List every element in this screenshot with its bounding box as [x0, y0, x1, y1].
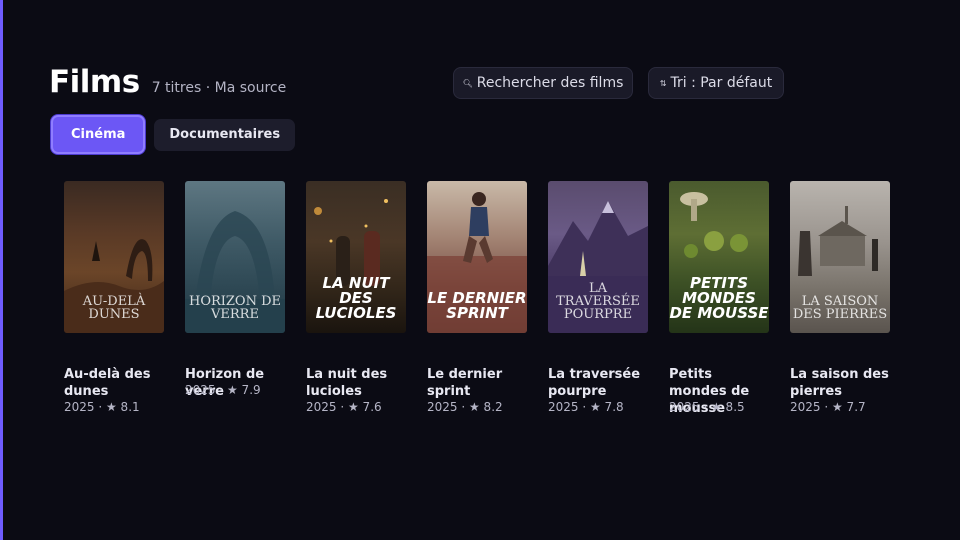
film-title: La saison des pierres — [790, 367, 889, 399]
category-tabs: Cinéma Documentaires — [51, 115, 296, 154]
page-header: Films 7 titres · Ma source — [49, 64, 286, 100]
film-card[interactable]: Horizon de verre Horizon de verre 2025 ·… — [185, 181, 285, 414]
film-poster[interactable]: La Traversée Pourpre — [548, 181, 648, 333]
sort-icon: ⇅ — [659, 78, 667, 88]
app-window: Films 7 titres · Ma source 🔍︎ Rechercher… — [0, 0, 960, 540]
film-poster[interactable]: Le Dernier Sprint — [427, 181, 527, 333]
film-meta: 2025 · ★ 8.1 — [64, 400, 140, 414]
film-title: La nuit des lucioles — [306, 367, 388, 399]
page-subtitle: 7 titres · Ma source — [151, 80, 287, 96]
poster-title: Au-delà dunes — [82, 294, 146, 322]
poster-title: Petits Mondes de Mousse — [669, 274, 769, 322]
sort-button-label: Tri : Par défaut — [670, 75, 773, 91]
film-grid: Au-delà dunes Au-delà des dunes 2025 · ★… — [64, 181, 890, 416]
film-card[interactable]: La Nuit des Lucioles La nuit des luciole… — [306, 181, 406, 414]
film-card[interactable]: Le Dernier Sprint Le dernier sprint 2025… — [427, 181, 527, 414]
film-meta: 2025 · ★ 8.2 — [427, 400, 503, 414]
search-button-label: Rechercher des films — [476, 75, 624, 91]
tab-cinema[interactable]: Cinéma — [51, 115, 146, 154]
film-title: La traversée pourpre — [548, 367, 641, 399]
page-title: Films — [49, 64, 140, 100]
tab-label: Cinéma — [71, 127, 126, 142]
film-meta: 2025 · ★ 7.7 — [790, 400, 866, 414]
film-card[interactable]: La Traversée Pourpre La traversée pourpr… — [548, 181, 648, 414]
film-card[interactable]: Au-delà dunes Au-delà des dunes 2025 · ★… — [64, 181, 164, 414]
film-poster[interactable]: La Saison des Pierres — [790, 181, 890, 333]
search-button[interactable]: 🔍︎ Rechercher des films — [453, 67, 633, 99]
poster-title: La Saison des Pierres — [792, 294, 888, 322]
tab-label: Documentaires — [169, 127, 281, 142]
poster-title: La Traversée Pourpre — [556, 281, 640, 322]
film-title: Horizon de verre — [185, 367, 265, 399]
poster-title: Horizon de verre — [188, 294, 282, 322]
poster-title: La Nuit des Lucioles — [315, 274, 397, 322]
film-meta: 2025 · ★ 7.8 — [548, 400, 624, 414]
left-accent-bar — [0, 0, 3, 540]
film-poster[interactable]: Horizon de verre — [185, 181, 285, 333]
film-meta: 2025 · ★ 8.5 — [669, 400, 745, 414]
film-meta: 2025 · ★ 7.9 — [185, 383, 261, 397]
poster-title: Le Dernier Sprint — [427, 289, 527, 322]
film-poster[interactable]: La Nuit des Lucioles — [306, 181, 406, 333]
film-card[interactable]: Petits Mondes de Mousse Petits mondes de… — [669, 181, 769, 416]
search-icon: 🔍︎ — [462, 78, 473, 88]
sort-button[interactable]: ⇅ Tri : Par défaut — [648, 67, 784, 99]
film-card[interactable]: La Saison des Pierres La saison des pier… — [790, 181, 890, 414]
film-poster[interactable]: Petits Mondes de Mousse — [669, 181, 769, 333]
tab-documentaires[interactable]: Documentaires — [154, 118, 296, 151]
film-meta: 2025 · ★ 7.6 — [306, 400, 382, 414]
film-title: Au-delà des dunes — [64, 367, 151, 399]
film-title: Le dernier sprint — [427, 367, 503, 399]
film-title: Petits mondes de mousse — [669, 367, 750, 416]
film-poster[interactable]: Au-delà dunes — [64, 181, 164, 333]
